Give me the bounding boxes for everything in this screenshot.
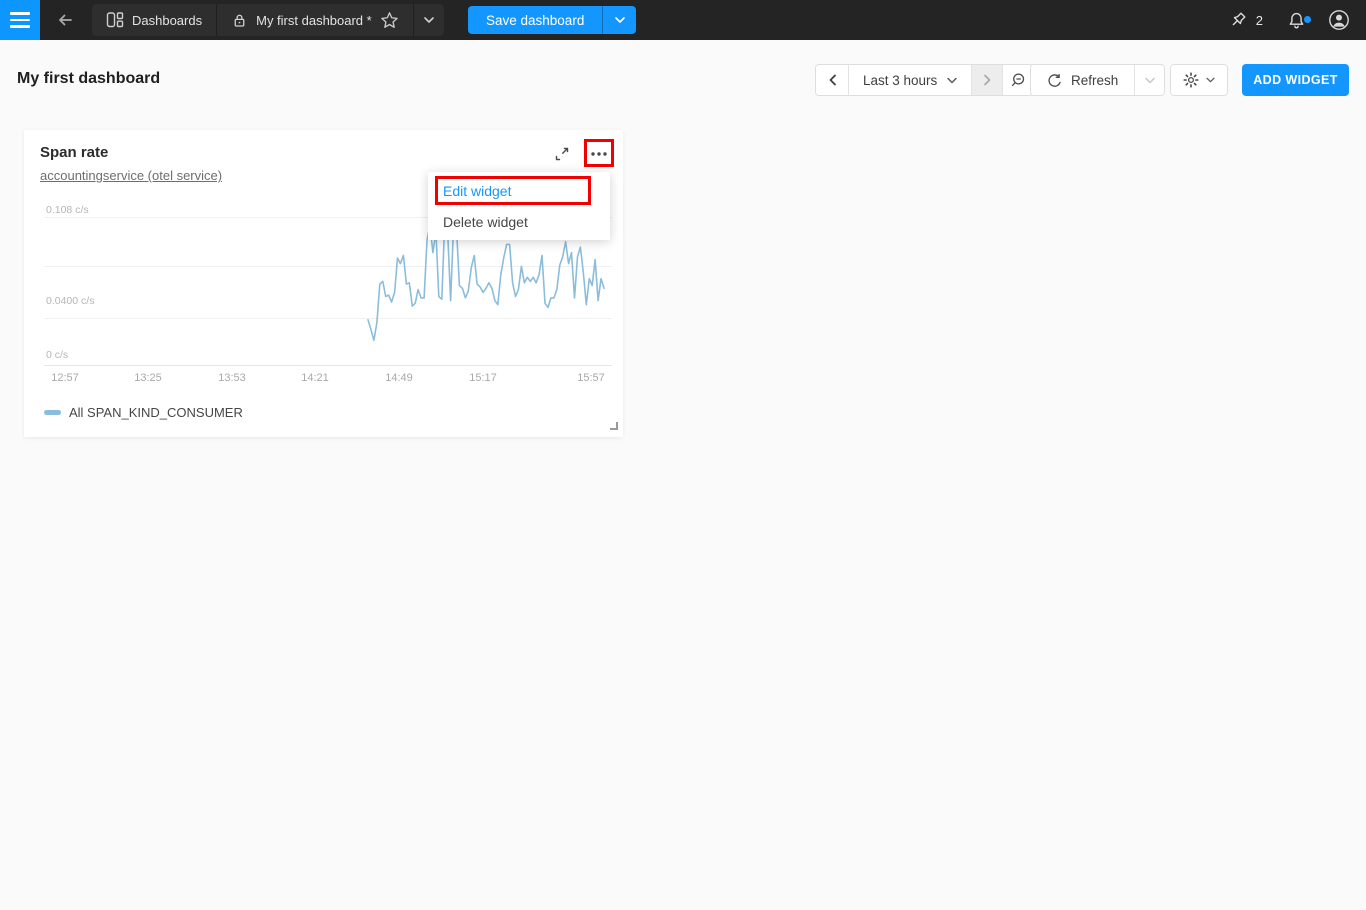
avatar-icon [1328, 9, 1350, 31]
x-tick-label: 14:21 [301, 372, 329, 384]
legend-series-label: All SPAN_KIND_CONSUMER [69, 405, 243, 420]
notification-dot-badge [1304, 16, 1311, 23]
page-title: My first dashboard [17, 70, 160, 88]
topbar-right-icons: 2 [1222, 0, 1356, 40]
save-dashboard-split-button: Save dashboard [468, 6, 636, 34]
zoom-out-icon [1010, 72, 1026, 88]
gear-icon [1183, 72, 1199, 88]
tab-overflow-chevron-icon[interactable] [414, 4, 444, 36]
series-line [368, 223, 604, 341]
chevron-down-icon [1206, 77, 1215, 83]
chevron-down-icon [947, 77, 957, 84]
zoom-out-button[interactable] [1002, 65, 1033, 95]
save-dashboard-button[interactable]: Save dashboard [468, 6, 602, 34]
legend-series-dash [44, 410, 61, 415]
refresh-dropdown-chevron-icon[interactable] [1134, 65, 1164, 95]
add-widget-button[interactable]: ADD WIDGET [1242, 64, 1349, 96]
refresh-icon [1047, 73, 1062, 88]
dashboard-settings-group [1170, 64, 1228, 96]
refresh-label: Refresh [1071, 73, 1118, 88]
x-tick-label: 13:25 [134, 372, 162, 384]
user-menu-button[interactable] [1322, 9, 1356, 31]
timeframe-label: Last 3 hours [863, 73, 937, 88]
x-tick-label: 12:57 [51, 372, 79, 384]
refresh-control-group: Refresh [1030, 64, 1165, 96]
back-arrow-icon[interactable] [52, 8, 78, 32]
notifications-button[interactable] [1277, 11, 1316, 30]
tab-my-first-dashboard[interactable]: My first dashboard * [217, 4, 413, 36]
save-dashboard-dropdown-chevron-icon[interactable] [602, 6, 636, 34]
hamburger-menu-icon[interactable] [0, 0, 40, 40]
timeframe-selector[interactable]: Last 3 hours [848, 65, 971, 95]
lock-icon [231, 12, 248, 29]
chart-legend[interactable]: All SPAN_KIND_CONSUMER [44, 405, 243, 420]
pin-count-badge: 2 [1256, 13, 1263, 28]
widget-context-menu: Edit widget Delete widget [428, 172, 610, 240]
menu-item-edit-widget[interactable]: Edit widget [428, 175, 610, 206]
pinned-items-button[interactable]: 2 [1222, 11, 1271, 29]
settings-button[interactable] [1171, 65, 1227, 95]
tab-strip: Dashboards My first dashboard * [92, 4, 444, 36]
tab-my-first-dashboard-label: My first dashboard * [256, 13, 372, 28]
pin-icon [1230, 11, 1248, 29]
widget-resize-handle[interactable] [610, 422, 618, 430]
menu-item-delete-widget[interactable]: Delete widget [428, 206, 610, 237]
timeframe-forward-button[interactable] [971, 65, 1002, 95]
tab-dashboards-label: Dashboards [132, 13, 202, 28]
favorite-star-icon[interactable] [380, 11, 399, 30]
top-bar: Dashboards My first dashboard * Save das… [0, 0, 1366, 40]
x-tick-label: 14:49 [385, 372, 413, 384]
tab-dashboards[interactable]: Dashboards [92, 4, 216, 36]
x-tick-label: 15:57 [577, 372, 605, 384]
timeframe-back-button[interactable] [816, 65, 848, 95]
x-tick-label: 15:17 [469, 372, 497, 384]
refresh-button[interactable]: Refresh [1031, 65, 1134, 95]
dashboards-grid-icon [106, 11, 124, 29]
timeframe-control-group: Last 3 hours [815, 64, 1034, 96]
x-tick-label: 13:53 [218, 372, 246, 384]
